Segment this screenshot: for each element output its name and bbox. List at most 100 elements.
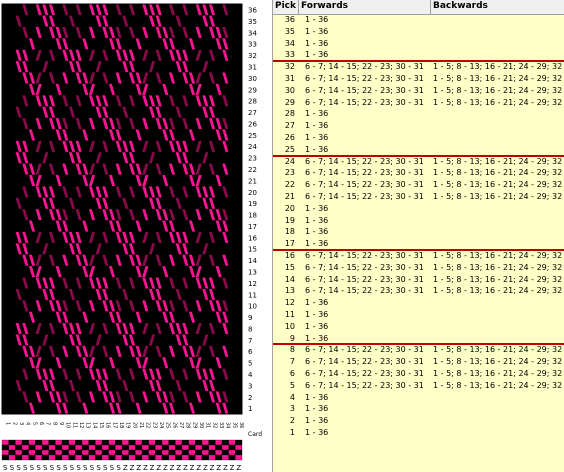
threading-cell	[208, 439, 216, 446]
threading-cell	[21, 449, 29, 456]
header-pick: Pick	[275, 1, 297, 11]
twist-label: Z	[210, 464, 215, 472]
pick-label: 24	[248, 143, 257, 151]
pick-label: 13	[248, 268, 257, 276]
card-number: 1	[5, 422, 11, 425]
table-row[interactable]: 14 6 - 7; 14 - 15; 22 - 23; 30 - 31 1 - 5;…	[273, 274, 564, 286]
pick-number: 3	[289, 404, 295, 414]
table-row[interactable]: 20 1 - 36	[273, 203, 564, 215]
table-row[interactable]: 26 1 - 36	[273, 132, 564, 144]
table-row[interactable]: 34 1 - 36	[273, 38, 564, 50]
pick-label: 32	[248, 52, 257, 60]
threading-cell	[168, 449, 176, 456]
table-row[interactable]: 2 1 - 36	[273, 415, 564, 427]
threading-cell	[108, 444, 116, 451]
threading-cell	[128, 439, 136, 446]
table-row[interactable]: 23 6 - 7; 14 - 15; 22 - 23; 30 - 31 1 - 5;…	[273, 167, 564, 179]
threading-cell	[21, 444, 29, 451]
pick-number: 7	[289, 357, 295, 367]
forwards-cards: 6 - 7; 14 - 15; 22 - 23; 30 - 31	[305, 357, 424, 367]
table-row[interactable]: 6 6 - 7; 14 - 15; 22 - 23; 30 - 31 1 - 5; …	[273, 368, 564, 380]
twist-label: Z	[183, 464, 188, 472]
table-row[interactable]: 7 6 - 7; 14 - 15; 22 - 23; 30 - 31 1 - 5; …	[273, 356, 564, 368]
threading-cell	[88, 439, 96, 446]
table-row[interactable]: 15 6 - 7; 14 - 15; 22 - 23; 30 - 31 1 - 5;…	[273, 262, 564, 274]
card-number: 10	[65, 422, 71, 428]
table-row[interactable]: 5 6 - 7; 14 - 15; 22 - 23; 30 - 31 1 - 5; …	[273, 380, 564, 392]
table-row[interactable]: 35 1 - 36	[273, 26, 564, 38]
pick-label: 2	[248, 394, 252, 402]
table-row[interactable]: 24 6 - 7; 14 - 15; 22 - 23; 30 - 31 1 - 5;…	[273, 156, 564, 168]
pick-label: 21	[248, 177, 257, 185]
table-row[interactable]: 8 6 - 7; 14 - 15; 22 - 23; 30 - 31 1 - 5; …	[273, 344, 564, 356]
card-number: 25	[165, 422, 171, 428]
threading-cell	[101, 454, 109, 461]
table-row[interactable]: 27 1 - 36	[273, 120, 564, 132]
threading-cell	[128, 454, 136, 461]
threading-cell	[161, 454, 169, 461]
pick-label: 23	[248, 155, 257, 163]
table-row[interactable]: 12 1 - 36	[273, 297, 564, 309]
threading-cell	[141, 444, 149, 451]
table-row[interactable]: 30 6 - 7; 14 - 15; 22 - 23; 30 - 31 1 - 5;…	[273, 85, 564, 97]
threading-cell	[81, 454, 89, 461]
threading-cell	[148, 449, 156, 456]
threading-cell	[75, 454, 83, 461]
table-row[interactable]: 32 6 - 7; 14 - 15; 22 - 23; 30 - 31 1 - 5;…	[273, 61, 564, 73]
threading-cell	[215, 449, 223, 456]
twist-label: S	[76, 464, 81, 472]
weaving-pattern-panel: 36 35 34 33 32 31 30 29 28 27 26 25 24 23 22 21 20 19 18 17…	[0, 0, 272, 472]
card-number: 13	[85, 422, 91, 428]
threading-cell	[35, 444, 43, 451]
threading-cell	[215, 444, 223, 451]
table-row[interactable]: 1 1 - 36	[273, 427, 564, 439]
pick-number: 4	[289, 392, 295, 402]
threading-cell	[115, 454, 123, 461]
card-number: 3	[18, 422, 24, 425]
threading-cell	[75, 439, 83, 446]
table-row[interactable]: 3 1 - 36	[273, 403, 564, 415]
table-row[interactable]: 10 1 - 36	[273, 321, 564, 333]
table-row[interactable]: 13 6 - 7; 14 - 15; 22 - 23; 30 - 31 1 - 5;…	[273, 285, 564, 297]
threading-cell	[68, 454, 76, 461]
threading-cell	[121, 444, 129, 451]
table-row[interactable]: 19 1 - 36	[273, 215, 564, 227]
threading-cell	[1, 444, 9, 451]
card-number: 31	[205, 422, 211, 428]
threading-cell	[221, 454, 229, 461]
threading-cell	[235, 454, 243, 461]
threading-cell	[108, 449, 116, 456]
table-row[interactable]: 11 1 - 36	[273, 309, 564, 321]
table-row[interactable]: 21 6 - 7; 14 - 15; 22 - 23; 30 - 31 1 - 5;…	[273, 191, 564, 203]
table-row[interactable]: 18 1 - 36	[273, 226, 564, 238]
threading-cell	[95, 439, 103, 446]
twist-label: S	[116, 464, 121, 472]
backwards-cards: 1 - 5; 8 - 13; 16 - 21; 24 - 29; 32 - 36	[433, 369, 564, 378]
forwards-cards: 1 - 36	[305, 26, 329, 36]
threading-cell	[155, 449, 163, 456]
threading-cell	[141, 454, 149, 461]
pick-label: 25	[248, 132, 257, 140]
pick-number: 12	[284, 298, 295, 308]
pick-number: 2	[289, 416, 295, 426]
forwards-cards: 6 - 7; 14 - 15; 22 - 23; 30 - 31	[305, 345, 424, 355]
table-row[interactable]: 22 6 - 7; 14 - 15; 22 - 23; 30 - 31 1 - 5;…	[273, 179, 564, 191]
twist-label: Z	[203, 464, 208, 472]
forwards-cards: 1 - 36	[305, 298, 329, 308]
table-row[interactable]: 29 6 - 7; 14 - 15; 22 - 23; 30 - 31 1 - 5;…	[273, 97, 564, 109]
forwards-cards: 1 - 36	[305, 133, 329, 142]
header-forwards: Forwards	[301, 1, 349, 11]
threading-cell	[155, 444, 163, 451]
twist-label: S	[90, 464, 95, 472]
table-row[interactable]: 4 1 - 36	[273, 392, 564, 404]
twist-label: Z	[123, 464, 128, 472]
table-row[interactable]: 16 6 - 7; 14 - 15; 22 - 23; 30 - 31 1 - 5;…	[273, 250, 564, 262]
pick-label: 16	[248, 234, 257, 242]
table-row[interactable]: 28 1 - 36	[273, 108, 564, 120]
threading-cell	[168, 454, 176, 461]
pick-number: 29	[284, 97, 295, 107]
table-row[interactable]: 36 1 - 36	[273, 14, 564, 26]
threading-cell	[135, 444, 143, 451]
threading-cell	[8, 449, 16, 456]
table-row[interactable]: 31 6 - 7; 14 - 15; 22 - 23; 30 - 31 1 - 5;…	[273, 73, 564, 85]
